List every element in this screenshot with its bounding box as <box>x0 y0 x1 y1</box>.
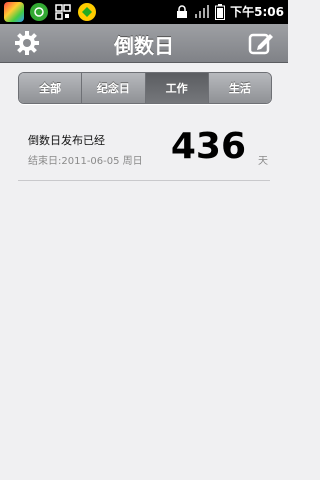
tab-life[interactable]: 生活 <box>208 73 271 103</box>
battery-icon <box>215 3 226 20</box>
list-item[interactable]: 倒数日发布已经 结束日:2011-06-05 周日 436 天 <box>18 118 270 181</box>
lock-icon <box>177 4 188 18</box>
system-icons: 下午5:06 <box>175 3 284 20</box>
status-bar: 下午5:06 <box>0 0 288 24</box>
title-bar: 倒数日 <box>0 24 288 63</box>
chat-icon <box>30 3 48 21</box>
day-count: 436 <box>170 126 246 167</box>
tab-anniversary[interactable]: 纪念日 <box>82 73 146 103</box>
clock: 下午5:06 <box>230 5 284 19</box>
signal-icon <box>195 4 210 18</box>
page-title: 倒数日 <box>114 34 174 58</box>
edit-icon <box>248 33 273 55</box>
category-tabs: 全部 纪念日 工作 生活 <box>18 72 272 104</box>
notification-icons <box>4 2 96 22</box>
edit-button[interactable] <box>248 30 274 56</box>
qr-icon <box>54 3 72 21</box>
event-end-date: 结束日:2011-06-05 周日 <box>28 156 143 167</box>
event-title: 倒数日发布已经 <box>28 134 105 147</box>
app-icon <box>4 2 24 22</box>
day-unit: 天 <box>258 156 268 167</box>
tab-work[interactable]: 工作 <box>145 73 209 103</box>
shield-icon <box>78 3 96 21</box>
tab-all[interactable]: 全部 <box>19 73 83 103</box>
